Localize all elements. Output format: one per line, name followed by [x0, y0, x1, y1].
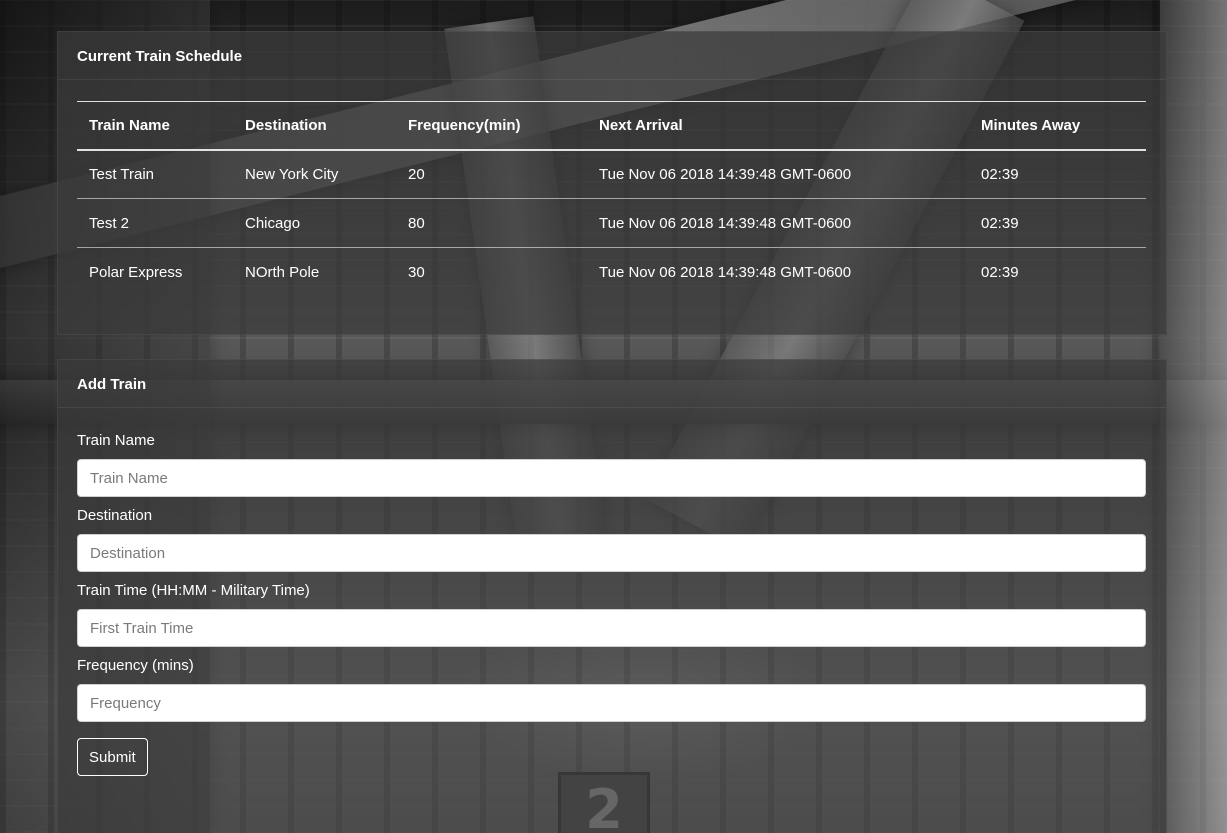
frequency-label: Frequency (mins) — [77, 657, 194, 674]
cell-destination: New York City — [233, 149, 396, 199]
table-row: Test Train New York City 20 Tue Nov 06 2… — [77, 149, 1146, 199]
column-header-destination: Destination — [233, 101, 396, 151]
cell-train-name: Test 2 — [77, 198, 233, 248]
schedule-card: Current Train Schedule Train Name Destin… — [57, 31, 1167, 335]
schedule-table: Train Name Destination Frequency(min) Ne… — [77, 101, 1146, 297]
cell-frequency: 80 — [396, 198, 587, 248]
schedule-card-title: Current Train Schedule — [58, 32, 1166, 80]
first-train-time-input[interactable] — [77, 609, 1146, 647]
cell-next-arrival: Tue Nov 06 2018 14:39:48 GMT-0600 — [587, 198, 969, 248]
train-name-label: Train Name — [77, 432, 155, 449]
first-train-time-label: Train Time (HH:MM - Military Time) — [77, 582, 310, 599]
cell-next-arrival: Tue Nov 06 2018 14:39:48 GMT-0600 — [599, 263, 852, 281]
cell-minutes-away: 02:39 — [969, 149, 1146, 199]
table-header-row: Train Name Destination Frequency(min) Ne… — [77, 101, 1146, 151]
cell-destination: NOrth Pole — [245, 263, 320, 281]
cell-next-arrival: Tue Nov 06 2018 14:39:48 GMT-0600 — [587, 149, 969, 199]
add-train-card: Add Train Train Name Destination Train T… — [57, 359, 1167, 833]
column-header-minutes-away: Minutes Away — [969, 101, 1146, 151]
cell-minutes-away: 02:39 — [981, 263, 1019, 281]
destination-label: Destination — [77, 507, 153, 524]
column-header-frequency: Frequency(min) — [396, 101, 587, 151]
background-column — [1160, 0, 1227, 833]
train-name-field-group: Train Name — [77, 432, 1146, 497]
cell-frequency: 30 — [408, 263, 425, 281]
cell-train-name: Polar Express — [89, 263, 183, 281]
column-header-next-arrival: Next Arrival — [587, 101, 969, 151]
cell-frequency: 20 — [396, 149, 587, 199]
table-row: Test 2 Chicago 80 Tue Nov 06 2018 14:39:… — [77, 198, 1146, 248]
add-train-form: Train Name Destination Train Time (HH:MM… — [77, 432, 1146, 776]
destination-input[interactable] — [77, 534, 1146, 572]
column-header-train-name: Train Name — [77, 101, 233, 151]
cell-train-name: Test Train — [77, 149, 233, 199]
destination-field-group: Destination — [77, 507, 1146, 572]
table-row: Polar Express NOrth Pole 30 Tue Nov 06 2… — [77, 248, 1146, 297]
cell-minutes-away: 02:39 — [969, 198, 1146, 248]
submit-button[interactable]: Submit — [77, 738, 148, 776]
cell-destination: Chicago — [233, 198, 396, 248]
add-train-card-title: Add Train — [58, 360, 1166, 408]
frequency-field-group: Frequency (mins) — [77, 657, 1146, 722]
train-name-input[interactable] — [77, 459, 1146, 497]
first-train-time-field-group: Train Time (HH:MM - Military Time) — [77, 582, 1146, 647]
schedule-table-wrapper: Train Name Destination Frequency(min) Ne… — [77, 101, 1146, 297]
frequency-input[interactable] — [77, 684, 1146, 722]
